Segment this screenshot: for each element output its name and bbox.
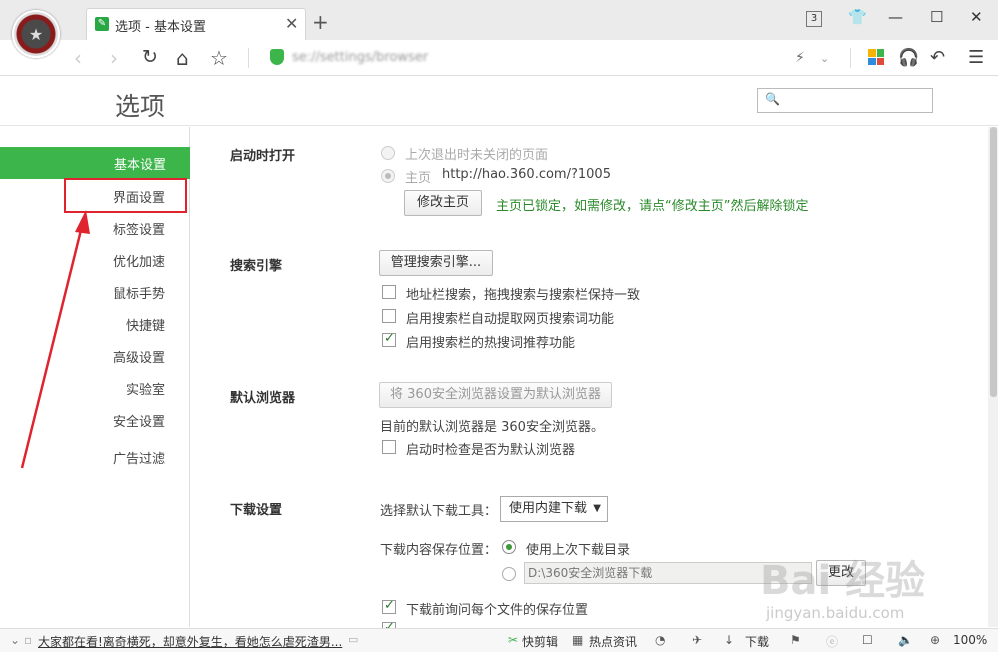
label-use-last-dir: 使用上次下载目录 (526, 543, 631, 558)
back-icon[interactable]: ‹ (74, 46, 82, 70)
undo-icon[interactable]: ↶ (930, 47, 945, 68)
download-button[interactable]: 下载 (745, 633, 769, 650)
label-last-session: 上次退出时未关闭的页面 (405, 148, 549, 163)
home-icon[interactable]: ⌂ (176, 46, 189, 70)
checkbox-ask-each[interactable] (382, 598, 396, 614)
divider (850, 48, 851, 68)
star-icon[interactable]: ☆ (210, 46, 228, 70)
speed-icon[interactable]: ◔ (655, 633, 665, 647)
homepage-locked-note: 主页已锁定，如需修改，请点“修改主页”然后解除锁定 (496, 199, 809, 214)
download-tool-value: 使用内建下载 (509, 501, 588, 516)
refresh-icon[interactable]: ↻ (142, 46, 158, 68)
news-ticker-link[interactable]: 大家都在看!离奇横死，却意外复生，看她怎么虐死渣男... (38, 633, 342, 650)
label-download-tool: 选择默认下载工具： (380, 504, 498, 519)
section-title-startup: 启动时打开 (230, 149, 296, 164)
divider (248, 48, 249, 68)
tab-bar: ✎ 选项 - 基本设置 ✕ + 3 👕 — ☐ ✕ (0, 0, 998, 40)
label-homepage: 主页 (405, 171, 432, 186)
annotation-arrow (20, 210, 90, 469)
set-default-browser-button[interactable]: 将 360安全浏览器设置为默认浏览器 (379, 382, 612, 408)
minimize-icon[interactable]: — (888, 8, 903, 26)
wrench-icon: ✎ (95, 17, 109, 31)
sidebar-item-label: 基本设置 (113, 158, 166, 173)
radio-use-last-dir[interactable] (502, 540, 516, 554)
sidebar-item-optimize[interactable]: 优化加速 (113, 251, 165, 270)
scissors-icon: ✂ (508, 633, 519, 647)
watermark-url: jingyan.baidu.com (766, 604, 905, 622)
sidebar-item-tabs[interactable]: 标签设置 (113, 219, 165, 238)
download-icon: ↓ (724, 633, 735, 647)
label-address-search-sync: 地址栏搜索，拖拽搜索与搜索栏保持一致 (406, 288, 641, 303)
volume-icon[interactable]: 🔈 (898, 633, 913, 647)
screen-icon[interactable]: ▭ (348, 633, 358, 646)
label-auto-extract: 启用搜索栏自动提取网页搜索词功能 (406, 312, 615, 327)
watermark-text: Bai 经验 (760, 558, 926, 604)
download-tool-select[interactable]: 使用内建下载 ▼ (500, 496, 608, 522)
dropdown-arrow-icon: ▼ (593, 503, 601, 514)
url-input[interactable]: se://settings/browser (292, 50, 428, 65)
baidu-watermark: Bai 经验 jingyan.baidu.com (760, 548, 960, 638)
info-icon: ▫ (24, 633, 33, 647)
sidebar-item-shortcuts[interactable]: 快捷键 (126, 315, 165, 334)
checkbox-address-search-sync[interactable] (382, 285, 396, 299)
close-tab-icon[interactable]: ✕ (285, 14, 298, 33)
menu-icon[interactable]: ☰ (968, 47, 984, 68)
tab-title: 选项 - 基本设置 (115, 20, 206, 35)
lightning-icon[interactable]: ⚡ (795, 50, 805, 66)
label-ask-each: 下载前询问每个文件的保存位置 (406, 603, 589, 618)
sidebar-item-gestures[interactable]: 鼠标手势 (113, 283, 165, 302)
settings-search-input[interactable]: 🔍 (757, 88, 933, 113)
chevron-down-icon[interactable]: ⌄ (10, 633, 20, 647)
status-bar: ⌄ ▫ 大家都在看!离奇横死，却意外复生，看她怎么虐死渣男... ▭ ✂ 快剪辑… (0, 628, 998, 652)
new-tab-icon[interactable]: + (312, 10, 329, 34)
label-hot-words: 启用搜索栏的热搜词推荐功能 (406, 336, 576, 351)
user-avatar[interactable]: ★ (12, 10, 60, 58)
tab-count-badge[interactable]: 3 (806, 11, 822, 27)
sidebar-item-basic[interactable]: 基本设置 (0, 147, 190, 179)
skin-icon[interactable]: 👕 (848, 8, 867, 26)
radio-last-session[interactable] (381, 146, 395, 160)
sidebar-item-adblock[interactable]: 广告过滤 (113, 448, 165, 467)
checkbox-hot-words[interactable] (382, 331, 396, 347)
ie-icon[interactable]: ⓔ (826, 633, 838, 650)
checkbox-check-default[interactable] (382, 440, 396, 454)
sidebar-item-lab[interactable]: 实验室 (126, 379, 165, 398)
shield-icon (270, 49, 284, 65)
flag-icon[interactable]: ⚑ (790, 633, 801, 647)
zoom-icon: ⊕ (930, 633, 941, 647)
apps-grid-icon[interactable] (868, 49, 884, 65)
sidebar-item-security[interactable]: 安全设置 (113, 411, 165, 430)
accelerate-icon[interactable]: ✈ (692, 633, 702, 647)
label-check-default: 启动时检查是否为默认浏览器 (406, 443, 576, 458)
edit-homepage-button[interactable]: 修改主页 (404, 190, 482, 216)
maximize-icon[interactable]: ☐ (930, 8, 943, 26)
tab-basic-settings[interactable]: ✎ 选项 - 基本设置 ✕ (86, 8, 306, 40)
manage-search-engines-button[interactable]: 管理搜索引擎... (379, 250, 493, 276)
forward-icon[interactable]: › (110, 46, 118, 70)
homepage-url: http://hao.360.com/?1005 (442, 167, 611, 182)
sidebar-item-advanced[interactable]: 高级设置 (113, 347, 165, 366)
chevron-down-icon[interactable]: ⌄ (820, 52, 829, 65)
radio-homepage[interactable] (381, 169, 395, 183)
section-title-default-browser: 默认浏览器 (230, 391, 296, 406)
window-icon[interactable]: ☐ (862, 633, 873, 647)
grid-icon: ▦ (572, 633, 584, 647)
address-bar: ‹ › ↻ ⌂ ☆ se://settings/browser ⚡ ⌄ 🎧 ↶ … (0, 40, 998, 76)
headphones-icon[interactable]: 🎧 (898, 48, 919, 68)
section-title-search: 搜索引擎 (230, 259, 283, 274)
page-header: 选项 🔍 (0, 76, 998, 126)
current-default-browser-text: 目前的默认浏览器是 360安全浏览器。 (380, 420, 604, 435)
label-save-location: 下载内容保存位置： (380, 543, 498, 558)
checkbox-auto-extract[interactable] (382, 309, 396, 323)
hot-news-button[interactable]: 热点资讯 (589, 633, 637, 650)
page-title: 选项 (115, 92, 166, 121)
section-title-download: 下载设置 (230, 503, 283, 518)
quick-cut-button[interactable]: 快剪辑 (522, 633, 558, 650)
zoom-level[interactable]: 100% (953, 633, 987, 647)
radio-custom-dir[interactable] (502, 567, 516, 581)
close-window-icon[interactable]: ✕ (970, 8, 983, 26)
scrollbar-thumb[interactable] (990, 127, 997, 397)
search-icon: 🔍 (765, 92, 780, 106)
